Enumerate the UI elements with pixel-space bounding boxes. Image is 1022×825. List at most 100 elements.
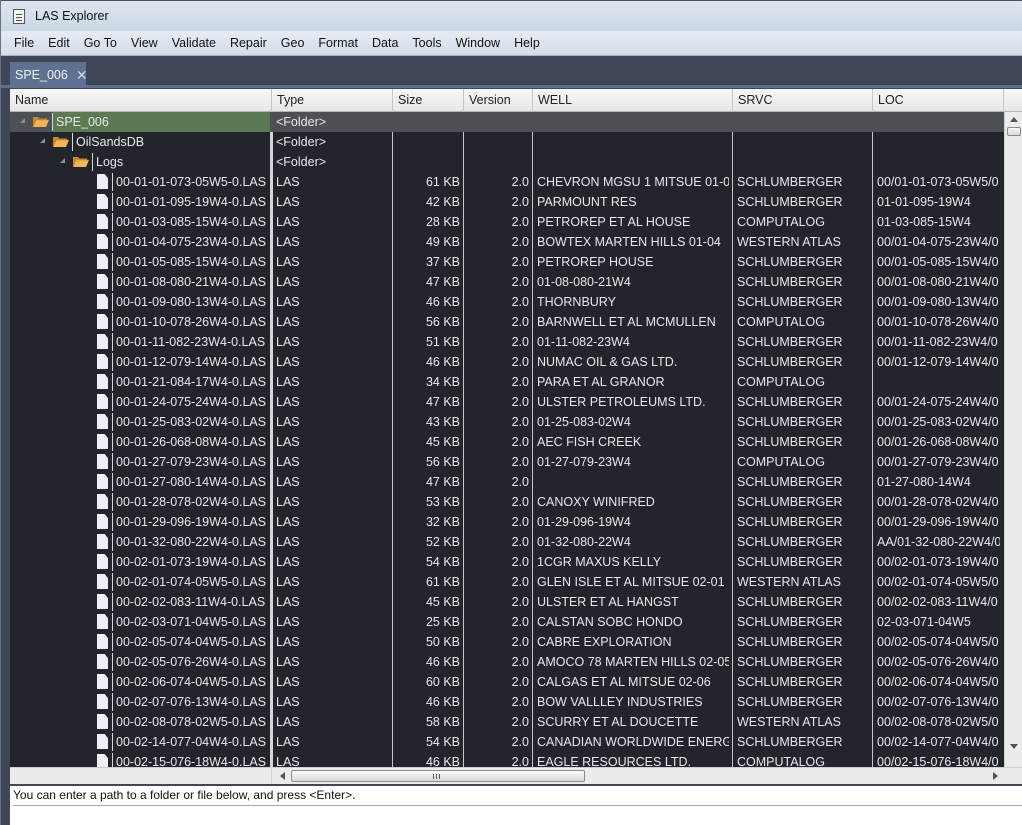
file-row[interactable]: 00-02-02-083-11W4-0.LAS LAS 45 KB 2.0 ULSTER… (10, 592, 1004, 612)
name-cell[interactable]: 00-02-02-083-11W4-0.LAS (10, 592, 272, 612)
file-row[interactable]: 00-01-25-083-02W4-0.LAS LAS 43 KB 2.0 01-25-… (10, 412, 1004, 432)
name-cell[interactable]: 00-02-05-076-26W4-0.LAS (10, 652, 272, 672)
name-cell[interactable]: SPE_006 (10, 112, 272, 132)
file-row[interactable]: 00-01-32-080-22W4-0.LAS LAS 52 KB 2.0 01-32-… (10, 532, 1004, 552)
name-cell[interactable]: 00-01-04-075-23W4-0.LAS (10, 232, 272, 252)
file-row[interactable]: 00-01-27-080-14W4-0.LAS LAS 47 KB 2.0 SCHLUM… (10, 472, 1004, 492)
column-header-type[interactable]: Type (272, 89, 393, 112)
name-cell[interactable]: 00-02-07-076-13W4-0.LAS (10, 692, 272, 712)
name-cell[interactable]: 00-02-01-074-05W5-0.LAS (10, 572, 272, 592)
file-row[interactable]: 00-01-29-096-19W4-0.LAS LAS 32 KB 2.0 01-29-… (10, 512, 1004, 532)
vertical-scroll-thumb[interactable] (1007, 127, 1021, 136)
column-header-version[interactable]: Version (464, 89, 533, 112)
name-cell[interactable]: 00-01-24-075-24W4-0.LAS (10, 392, 272, 412)
expand-arrow-icon[interactable] (20, 118, 25, 123)
scroll-right-arrow-icon[interactable] (993, 772, 998, 780)
type-cell: LAS (276, 215, 300, 229)
scroll-up-arrow-icon[interactable] (1010, 117, 1018, 122)
name-cell[interactable]: 00-02-14-077-04W4-0.LAS (10, 732, 272, 752)
file-row[interactable]: 00-01-04-075-23W4-0.LAS LAS 49 KB 2.0 BOWTEX… (10, 232, 1004, 252)
file-row[interactable]: 00-01-26-068-08W4-0.LAS LAS 45 KB 2.0 AEC FI… (10, 432, 1004, 452)
file-row[interactable]: 00-01-12-079-14W4-0.LAS LAS 46 KB 2.0 NUMAC … (10, 352, 1004, 372)
name-cell[interactable]: 00-02-05-074-04W5-0.LAS (10, 632, 272, 652)
menu-window[interactable]: Window (449, 32, 507, 54)
name-cell[interactable]: 00-01-03-085-15W4-0.LAS (10, 212, 272, 232)
scroll-down-arrow-icon[interactable] (1010, 744, 1018, 749)
menu-format[interactable]: Format (311, 32, 365, 54)
file-row[interactable]: 00-01-10-078-26W4-0.LAS LAS 56 KB 2.0 BARNWE… (10, 312, 1004, 332)
tab-spe-006[interactable]: SPE_006 ✕ (10, 62, 88, 88)
name-cell[interactable]: 00-01-32-080-22W4-0.LAS (10, 532, 272, 552)
file-row[interactable]: 00-02-07-076-13W4-0.LAS LAS 46 KB 2.0 BOW VA… (10, 692, 1004, 712)
file-row[interactable]: 00-01-01-073-05W5-0.LAS LAS 61 KB 2.0 CHEVRO… (10, 172, 1004, 192)
name-cell[interactable]: OilSandsDB (10, 132, 272, 152)
name-cell[interactable]: 00-02-08-078-02W5-0.LAS (10, 712, 272, 732)
file-row[interactable]: 00-02-01-073-19W4-0.LAS LAS 54 KB 2.0 1CGR M… (10, 552, 1004, 572)
name-cell[interactable]: 00-01-27-080-14W4-0.LAS (10, 472, 272, 492)
file-row[interactable]: 00-02-14-077-04W4-0.LAS LAS 54 KB 2.0 CANADI… (10, 732, 1004, 752)
file-row[interactable]: 00-02-06-074-04W5-0.LAS LAS 60 KB 2.0 CALGAS… (10, 672, 1004, 692)
tree-folder-row[interactable]: OilSandsDB <Folder> (10, 132, 1004, 152)
file-row[interactable]: 00-02-03-071-04W5-0.LAS LAS 25 KB 2.0 CALSTA… (10, 612, 1004, 632)
menu-data[interactable]: Data (365, 32, 405, 54)
vertical-scrollbar[interactable] (1004, 112, 1022, 767)
column-header-loc[interactable]: LOC (873, 89, 1004, 112)
column-header-size[interactable]: Size (393, 89, 464, 112)
name-cell[interactable]: 00-01-01-095-19W4-0.LAS (10, 192, 272, 212)
file-row[interactable]: 00-01-27-079-23W4-0.LAS LAS 56 KB 2.0 01-27-… (10, 452, 1004, 472)
name-cell[interactable]: 00-02-01-073-19W4-0.LAS (10, 552, 272, 572)
name-cell[interactable]: 00-02-03-071-04W5-0.LAS (10, 612, 272, 632)
file-row[interactable]: 00-01-09-080-13W4-0.LAS LAS 46 KB 2.0 THORNB… (10, 292, 1004, 312)
menu-view[interactable]: View (124, 32, 165, 54)
name-cell[interactable]: 00-02-15-076-18W4-0.LAS (10, 752, 272, 767)
expand-arrow-icon[interactable] (40, 138, 45, 143)
column-header-name[interactable]: Name (10, 89, 272, 112)
file-row[interactable]: 00-01-21-084-17W4-0.LAS LAS 34 KB 2.0 PARA E… (10, 372, 1004, 392)
menu-repair[interactable]: Repair (223, 32, 274, 54)
file-row[interactable]: 00-01-08-080-21W4-0.LAS LAS 47 KB 2.0 01-08-… (10, 272, 1004, 292)
name-cell[interactable]: 00-01-29-096-19W4-0.LAS (10, 512, 272, 532)
horizontal-scroll-thumb[interactable] (291, 770, 585, 782)
menu-help[interactable]: Help (507, 32, 547, 54)
name-cell[interactable]: 00-01-28-078-02W4-0.LAS (10, 492, 272, 512)
scroll-left-arrow-icon[interactable] (280, 772, 285, 780)
name-cell[interactable]: 00-01-25-083-02W4-0.LAS (10, 412, 272, 432)
path-input[interactable] (13, 805, 1022, 825)
name-cell[interactable]: 00-01-27-079-23W4-0.LAS (10, 452, 272, 472)
name-cell[interactable]: 00-01-26-068-08W4-0.LAS (10, 432, 272, 452)
file-row[interactable]: 00-01-01-095-19W4-0.LAS LAS 42 KB 2.0 PARMOU… (10, 192, 1004, 212)
name-cell[interactable]: 00-01-08-080-21W4-0.LAS (10, 272, 272, 292)
file-row[interactable]: 00-02-08-078-02W5-0.LAS LAS 58 KB 2.0 SCURRY… (10, 712, 1004, 732)
expand-arrow-icon[interactable] (60, 158, 65, 163)
name-cell[interactable]: 00-01-01-073-05W5-0.LAS (10, 172, 272, 192)
file-row[interactable]: 00-02-01-074-05W5-0.LAS LAS 61 KB 2.0 GLEN I… (10, 572, 1004, 592)
menu-tools[interactable]: Tools (405, 32, 448, 54)
file-row[interactable]: 00-01-05-085-15W4-0.LAS LAS 37 KB 2.0 PETROR… (10, 252, 1004, 272)
tree-folder-row[interactable]: SPE_006 <Folder> (10, 112, 1004, 132)
file-row[interactable]: 00-01-03-085-15W4-0.LAS LAS 28 KB 2.0 PETROR… (10, 212, 1004, 232)
name-cell[interactable]: 00-02-06-074-04W5-0.LAS (10, 672, 272, 692)
column-header-srvc[interactable]: SRVC (733, 89, 873, 112)
file-row[interactable]: 00-02-15-076-18W4-0.LAS LAS 46 KB 2.0 EAGLE … (10, 752, 1004, 767)
tree-folder-row[interactable]: Logs <Folder> (10, 152, 1004, 172)
close-icon[interactable]: ✕ (76, 67, 88, 84)
file-row[interactable]: 00-01-11-082-23W4-0.LAS LAS 51 KB 2.0 01-11-… (10, 332, 1004, 352)
file-row[interactable]: 00-02-05-076-26W4-0.LAS LAS 46 KB 2.0 AMOCO … (10, 652, 1004, 672)
menu-edit[interactable]: Edit (41, 32, 77, 54)
file-row[interactable]: 00-02-05-074-04W5-0.LAS LAS 50 KB 2.0 CABRE … (10, 632, 1004, 652)
name-cell[interactable]: 00-01-10-078-26W4-0.LAS (10, 312, 272, 332)
menu-go-to[interactable]: Go To (77, 32, 124, 54)
name-cell[interactable]: Logs (10, 152, 272, 172)
name-cell[interactable]: 00-01-21-084-17W4-0.LAS (10, 372, 272, 392)
menu-file[interactable]: File (7, 32, 41, 54)
menu-validate[interactable]: Validate (165, 32, 223, 54)
horizontal-scrollbar[interactable] (10, 767, 1022, 784)
column-header-well[interactable]: WELL (533, 89, 733, 112)
file-row[interactable]: 00-01-28-078-02W4-0.LAS LAS 53 KB 2.0 CANOXY… (10, 492, 1004, 512)
name-cell[interactable]: 00-01-11-082-23W4-0.LAS (10, 332, 272, 352)
name-cell[interactable]: 00-01-12-079-14W4-0.LAS (10, 352, 272, 372)
menu-geo[interactable]: Geo (274, 32, 312, 54)
name-cell[interactable]: 00-01-09-080-13W4-0.LAS (10, 292, 272, 312)
file-row[interactable]: 00-01-24-075-24W4-0.LAS LAS 47 KB 2.0 ULSTER… (10, 392, 1004, 412)
name-cell[interactable]: 00-01-05-085-15W4-0.LAS (10, 252, 272, 272)
